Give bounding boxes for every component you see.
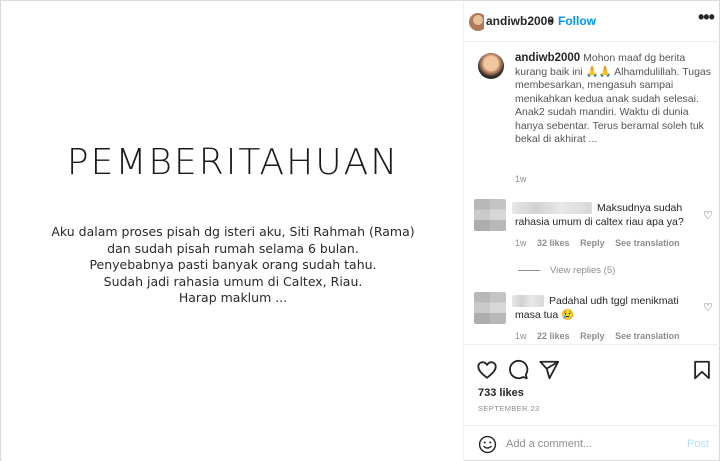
post-body-line: Aku dalam proses pisah dg isteri aku, Si… <box>51 224 415 239</box>
post-side-panel: andiwb2000 • Follow ••• andiwb2000 Mohon… <box>464 2 720 461</box>
reply-button[interactable]: Reply <box>580 238 605 248</box>
comment-likes[interactable]: 32 likes <box>537 238 570 248</box>
share-icon[interactable] <box>538 359 560 381</box>
follow-button[interactable]: Follow <box>558 14 596 28</box>
post-body-line: dan sudah pisah rumah selama 6 bulan. <box>107 240 359 256</box>
header-avatar[interactable] <box>464 10 484 34</box>
view-replies-label: View replies (5) <box>550 265 616 276</box>
more-dots-icon[interactable]: ••• <box>698 7 715 28</box>
comment-meta: 1w 32 likes Reply See translation <box>515 238 688 248</box>
header-separator: • <box>549 14 554 28</box>
comment-text: Maksudnya sudah rahasia umum di caltex r… <box>515 202 684 228</box>
comment-like-heart-icon[interactable]: ♡ <box>703 301 713 314</box>
save-icon[interactable] <box>691 359 713 381</box>
caption-text: Mohon maaf dg berita kurang baik ini 🙏🙏 … <box>515 52 711 145</box>
comment-icon[interactable] <box>507 359 529 381</box>
comment-time[interactable]: 1w <box>515 331 527 341</box>
post-date: SEPTEMBER 23 <box>478 404 540 413</box>
instagram-post-window: PEMBERITAHUAN Aku dalam proses pisah dg … <box>0 0 720 461</box>
heart-icon[interactable] <box>476 359 498 381</box>
post-headline: PEMBERITAHUAN <box>66 142 400 183</box>
likes-count[interactable]: 733 likes <box>478 387 524 399</box>
emoji-icon[interactable] <box>478 435 497 454</box>
comment-input[interactable] <box>506 435 676 453</box>
post-header: andiwb2000 • Follow ••• <box>464 2 720 42</box>
comments-section: andiwb2000 Mohon maaf dg berita kurang b… <box>464 43 720 343</box>
header-username[interactable]: andiwb2000 <box>486 14 554 28</box>
comment-meta: 1w 22 likes Reply See translation <box>515 331 688 341</box>
comment-avatar[interactable] <box>474 199 506 231</box>
post-body-line: Harap maklum ... <box>178 290 288 305</box>
comment-like-heart-icon[interactable]: ♡ <box>703 209 713 222</box>
add-comment-bar: Post <box>464 425 720 461</box>
replies-divider <box>518 269 540 271</box>
view-replies-button[interactable]: View replies (5) <box>518 265 615 276</box>
post-actions: 733 likes SEPTEMBER 23 <box>464 344 720 424</box>
caption: andiwb2000 Mohon maaf dg berita kurang b… <box>515 52 713 147</box>
comment-text: Padahal udh tggl menikmati masa tua 😢 <box>515 295 679 321</box>
caption-username[interactable]: andiwb2000 <box>515 52 580 64</box>
post-comment-button[interactable]: Post <box>687 438 709 450</box>
see-translation-button[interactable]: See translation <box>615 331 680 341</box>
reply-button[interactable]: Reply <box>580 331 605 341</box>
post-body-line: Penyebabnya pasti banyak orang sudah tah… <box>89 257 377 272</box>
caption-avatar[interactable] <box>478 53 504 79</box>
post-body-line: Sudah jadi rahasia umum di Caltex, Riau. <box>103 273 363 289</box>
comment-time[interactable]: 1w <box>515 238 527 248</box>
post-body: Aku dalam proses pisah dg isteri aku, Si… <box>22 224 444 307</box>
caption-timestamp[interactable]: 1w <box>515 174 527 184</box>
comment-avatar[interactable] <box>474 292 506 324</box>
comment-likes[interactable]: 22 likes <box>537 331 570 341</box>
see-translation-button[interactable]: See translation <box>615 238 680 248</box>
post-image[interactable]: PEMBERITAHUAN Aku dalam proses pisah dg … <box>2 2 464 461</box>
